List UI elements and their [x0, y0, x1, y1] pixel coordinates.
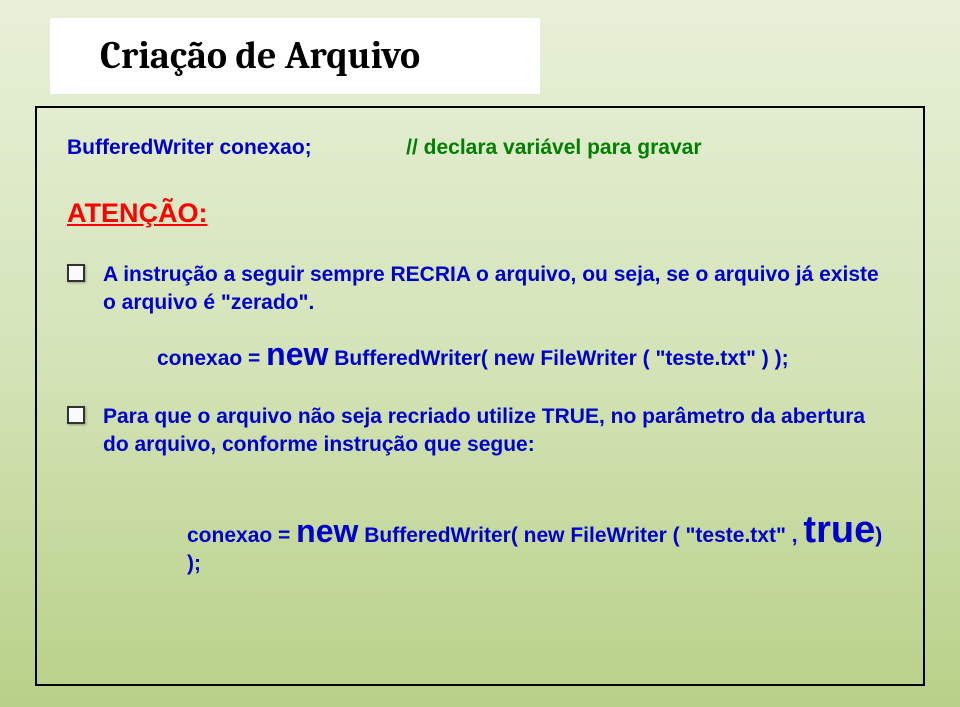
code-snippet-1: conexao = new BufferedWriter( new FileWr… — [157, 336, 893, 373]
snippet1-suffix: BufferedWriter( new FileWriter ( "teste.… — [328, 347, 788, 370]
bullet-box-icon — [67, 406, 85, 424]
code-declaration: BufferedWriter conexao; — [67, 136, 312, 159]
new-keyword-2: new — [296, 513, 358, 549]
code-comment: // declara variável para gravar — [406, 136, 701, 159]
code-snippet-2: conexao = new BufferedWriter( new FileWr… — [187, 509, 893, 576]
slide-title: Criação de Arquivo — [100, 34, 420, 78]
snippet2-mid: BufferedWriter( new FileWriter ( "teste.… — [358, 524, 803, 547]
snippet2-prefix: conexao = — [187, 524, 296, 547]
content-container: BufferedWriter conexao; // declara variá… — [35, 106, 925, 686]
new-keyword-1: new — [266, 336, 328, 372]
bullet-text-1: A instrução a seguir sempre RECRIA o arq… — [103, 261, 893, 318]
attention-heading: ATENÇÃO: — [67, 198, 893, 229]
bullet-text-2: Para que o arquivo não seja recriado uti… — [103, 403, 893, 460]
bullet-item-1: A instrução a seguir sempre RECRIA o arq… — [67, 261, 893, 318]
bullet-box-icon — [67, 264, 85, 282]
true-keyword: true — [803, 509, 875, 551]
title-container: Criação de Arquivo — [50, 18, 540, 94]
code-line-1: BufferedWriter conexao; // declara variá… — [67, 136, 893, 160]
bullet-item-2: Para que o arquivo não seja recriado uti… — [67, 403, 893, 460]
snippet1-prefix: conexao = — [157, 347, 266, 370]
